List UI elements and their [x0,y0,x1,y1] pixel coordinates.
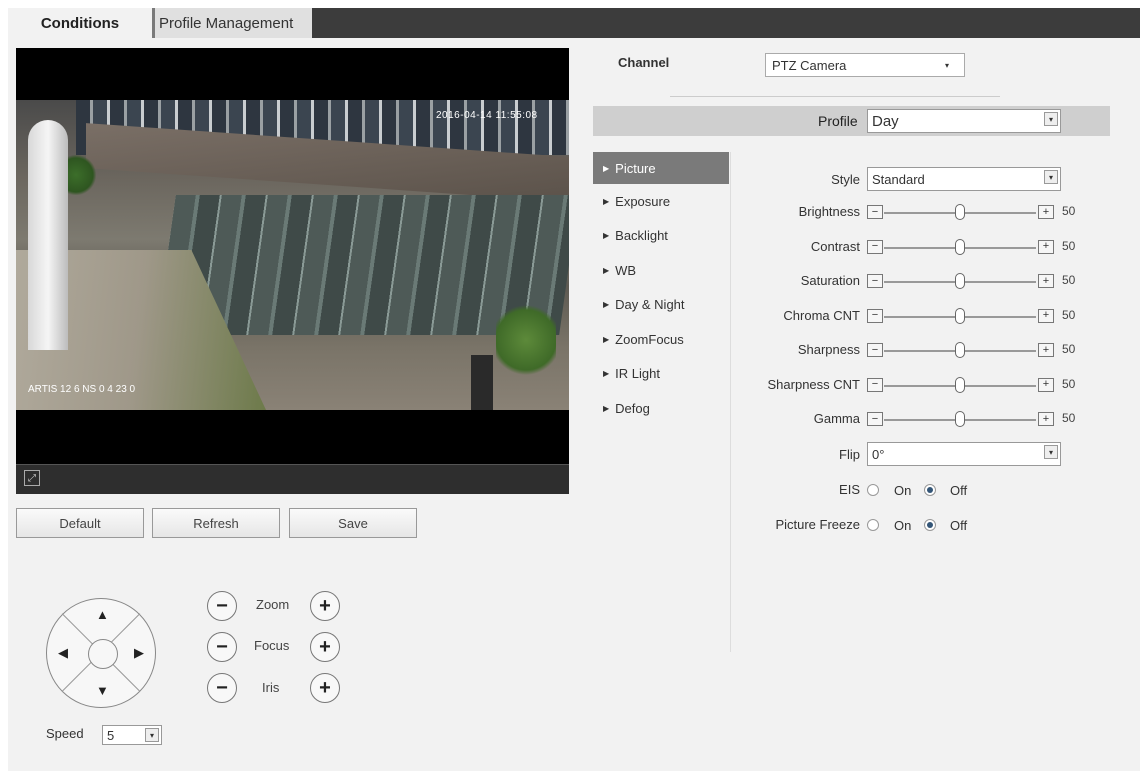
triangle-right-icon: ▶ [603,163,610,173]
ptz-down-icon[interactable]: ▼ [96,684,109,697]
sharpness-slider-thumb[interactable] [955,342,965,358]
camera-live-image [16,100,569,410]
gamma-label: Gamma [813,411,860,426]
contrast-label: Contrast [810,238,860,254]
ptz-left-icon[interactable]: ◀ [58,646,68,659]
channel-value: PTZ Camera [772,57,847,73]
freeze-on-radio[interactable] [867,519,879,531]
brightness-slider-thumb[interactable] [955,204,965,220]
sharpness-cnt-value: 50 [1062,376,1076,391]
speed-label: Speed [46,726,84,741]
sharpness-cnt-label: Sharpness CNT [767,376,860,392]
osd-channel-name: ARTIS 12 6 NS 0 4 23 0 [28,384,136,395]
ptz-up-icon[interactable]: ▲ [96,608,109,621]
focus-minus-button[interactable]: − [207,632,237,662]
zoom-out-button[interactable]: − [207,591,237,621]
zoom-label: Zoom [256,597,290,612]
freeze-off-label: Off [950,518,968,533]
iris-plus-button[interactable]: + [310,673,340,703]
chroma-cnt-minus-button[interactable]: − [867,308,883,323]
dropdown-icon[interactable]: ▾ [145,728,159,742]
gamma-slider-thumb[interactable] [955,411,965,427]
ptz-right-icon[interactable]: ▶ [134,646,144,659]
chroma-cnt-value: 50 [1062,307,1076,322]
ptz-center-button[interactable] [88,639,118,669]
freeze-on-label: On [894,518,912,533]
eis-label: EIS [839,482,860,497]
dropdown-icon[interactable]: ▾ [1044,445,1058,459]
chroma-cnt-label: Chroma CNT [783,307,860,323]
gamma-value: 50 [1062,411,1076,425]
saturation-slider-thumb[interactable] [955,273,965,289]
picture-freeze-label: Picture Freeze [775,517,860,532]
brightness-plus-button[interactable]: + [1038,205,1054,219]
flip-value: 0° [872,446,885,462]
flip-select[interactable]: 0° ▾ [867,442,1061,466]
eis-on-label: On [894,483,912,498]
saturation-label: Saturation [800,273,860,288]
sharpness-cnt-minus-button[interactable]: − [867,377,883,392]
contrast-value: 50 [1062,238,1076,253]
brightness-value: 50 [1062,204,1076,218]
fullscreen-icon[interactable]: ⤢ [24,470,40,486]
triangle-right-icon: ▶ [603,231,610,241]
triangle-right-icon: ▶ [603,369,610,379]
style-value: Standard [872,171,925,187]
chroma-cnt-slider-thumb[interactable] [955,307,965,324]
sharpness-value: 50 [1062,342,1076,356]
channel-select[interactable]: PTZ Camera ▾ [765,53,965,77]
saturation-plus-button[interactable]: + [1038,274,1054,288]
sharpness-minus-button[interactable]: − [867,343,883,357]
osd-timestamp: 2016-04-14 11:55:08 [436,110,538,121]
saturation-value: 50 [1062,273,1076,287]
triangle-right-icon: ▶ [603,196,610,206]
style-select[interactable]: Standard ▾ [867,167,1061,191]
gamma-minus-button[interactable]: − [867,412,883,426]
focus-label: Focus [254,638,290,653]
tab-conditions[interactable]: Conditions [8,8,152,38]
profile-value: Day [872,112,899,130]
focus-plus-button[interactable]: + [310,632,340,662]
contrast-slider-thumb[interactable] [955,238,965,255]
dropdown-icon[interactable]: ▾ [1044,112,1058,126]
save-button[interactable]: Save [289,508,417,538]
iris-label: Iris [262,680,280,695]
default-button[interactable]: Default [16,508,144,538]
profile-label: Profile [818,113,858,129]
refresh-button[interactable]: Refresh [152,508,280,538]
dropdown-icon[interactable]: ▾ [940,58,954,72]
tab-profile-management[interactable]: Profile Management [152,8,312,38]
zoom-in-button[interactable]: + [310,591,340,621]
chroma-cnt-plus-button[interactable]: + [1038,308,1054,323]
channel-label: Channel [618,55,670,70]
profile-select[interactable]: Day ▾ [867,109,1061,133]
eis-off-label: Off [950,483,968,498]
contrast-plus-button[interactable]: + [1038,239,1054,254]
speed-select[interactable]: 5 ▾ [102,725,162,745]
sharpness-label: Sharpness [797,342,860,357]
dropdown-icon[interactable]: ▾ [1044,170,1058,184]
style-label: Style [831,172,860,187]
triangle-right-icon: ▶ [603,265,610,275]
sharpness-plus-button[interactable]: + [1038,343,1054,357]
freeze-off-radio[interactable] [924,519,936,531]
gamma-plus-button[interactable]: + [1038,412,1054,426]
brightness-label: Brightness [798,204,860,219]
triangle-right-icon: ▶ [603,334,610,344]
saturation-minus-button[interactable]: − [867,274,883,288]
flip-label: Flip [839,447,860,462]
iris-minus-button[interactable]: − [207,673,237,703]
triangle-right-icon: ▶ [603,403,610,413]
triangle-right-icon: ▶ [603,300,610,310]
sharpness-cnt-slider-thumb[interactable] [955,376,965,393]
sharpness-cnt-plus-button[interactable]: + [1038,377,1054,392]
speed-value: 5 [107,727,115,743]
eis-off-radio[interactable] [924,484,936,496]
contrast-minus-button[interactable]: − [867,239,883,254]
eis-on-radio[interactable] [867,484,879,496]
video-toolbar [16,464,569,494]
brightness-minus-button[interactable]: − [867,205,883,219]
